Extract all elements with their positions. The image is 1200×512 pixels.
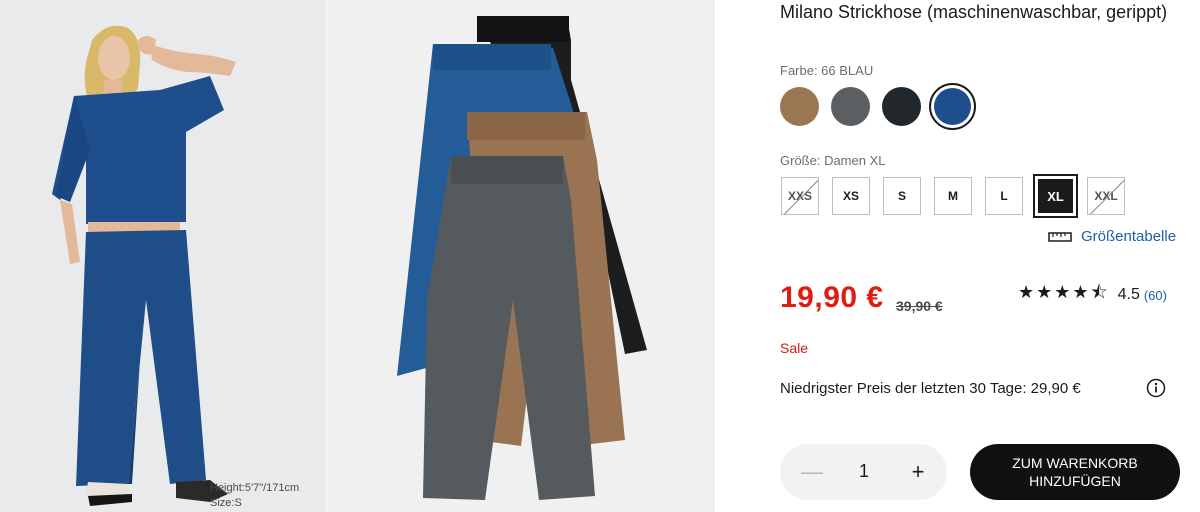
color-variants-photo: [325, 0, 715, 512]
model-height-caption: Height:5'7"/171cm: [210, 482, 300, 494]
lowest-price-text: Niedrigster Preis der letzten 30 Tage: 2…: [780, 380, 1081, 397]
size-option-l[interactable]: L: [985, 177, 1023, 215]
color-swatch-blue-fill: [934, 88, 971, 125]
add-to-cart-label: ZUM WARENKORB HINZUFÜGEN: [1012, 455, 1138, 489]
color-swatch-gray[interactable]: [831, 87, 870, 126]
size-option-label: XS: [842, 189, 859, 203]
quantity-stepper: — 1 +: [780, 444, 947, 500]
product-title: Milano Strickhose (maschinenwaschbar, ge…: [780, 2, 1168, 22]
size-guide-link[interactable]: Größentabelle: [1048, 228, 1176, 245]
size-option-s[interactable]: S: [883, 177, 921, 215]
ruler-icon: [1048, 231, 1072, 242]
size-option-label: XXS: [787, 189, 812, 203]
model-illustration: [0, 0, 325, 512]
size-option-xs[interactable]: XS: [832, 177, 870, 215]
original-price: 39,90 €: [896, 298, 943, 314]
sale-badge: Sale: [780, 340, 809, 356]
color-swatch-black[interactable]: [882, 87, 921, 126]
size-option-xxl[interactable]: XXL: [1087, 177, 1125, 215]
model-size-caption: Size:S: [210, 497, 242, 509]
pants-variants-illustration: [325, 0, 715, 512]
info-icon[interactable]: [1146, 378, 1166, 398]
size-option-m[interactable]: M: [934, 177, 972, 215]
size-option-label: XL: [1038, 179, 1073, 213]
minus-icon[interactable]: —: [798, 458, 826, 486]
size-option-label: XXL: [1094, 189, 1118, 203]
star-icon: ★★★★⯪: [1018, 282, 1110, 303]
size-option-xl-selected[interactable]: XL: [1033, 174, 1078, 218]
size-option-label: M: [948, 189, 958, 203]
size-option-label: S: [897, 189, 906, 203]
size-option-label: L: [1000, 189, 1008, 203]
quantity-value[interactable]: 1: [850, 461, 878, 482]
add-to-cart-button[interactable]: ZUM WARENKORB HINZUFÜGEN: [970, 444, 1180, 500]
size-option-xxs[interactable]: XXS: [781, 177, 819, 215]
size-label: Größe: Damen XL: [780, 153, 886, 168]
size-guide-label: Größentabelle: [1081, 228, 1177, 245]
product-rating[interactable]: ★★★★⯪ 4.5 (60): [1018, 280, 1167, 310]
model-photo: Height:5'7"/171cm Size:S: [0, 0, 325, 512]
color-swatch-blue-selected[interactable]: [929, 83, 976, 130]
plus-icon[interactable]: +: [904, 458, 932, 486]
color-label: Farbe: 66 BLAU: [780, 63, 874, 78]
sale-price: 19,90 €: [780, 281, 884, 314]
review-count-link[interactable]: (60): [1144, 288, 1167, 303]
rating-score: 4.5: [1117, 286, 1140, 303]
product-panel: Milano Strickhose (maschinenwaschbar, ge…: [780, 0, 1190, 512]
color-swatch-brown[interactable]: [780, 87, 819, 126]
